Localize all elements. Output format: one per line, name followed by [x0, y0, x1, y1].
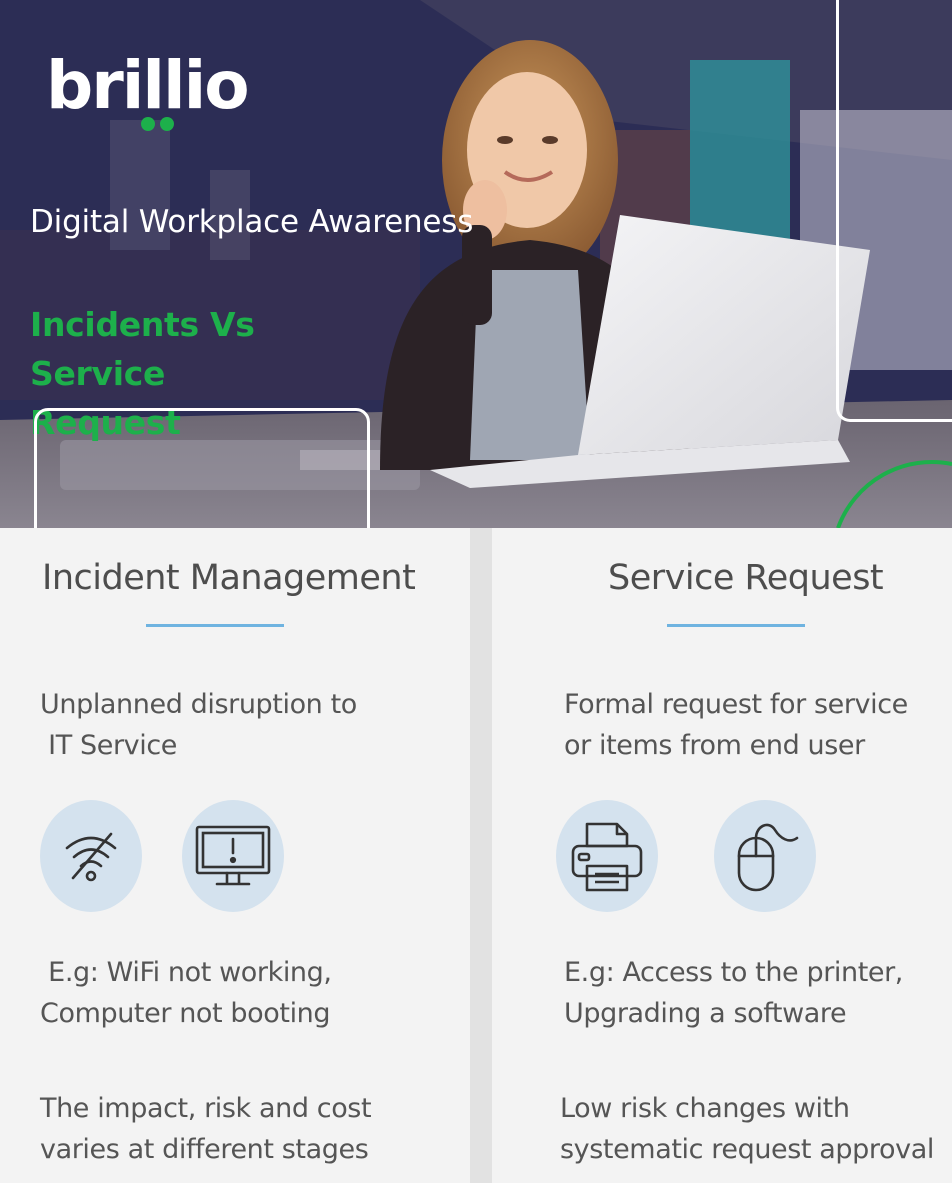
wifi-off-icon-circle [40, 800, 142, 912]
description-line: or items from end user [564, 730, 865, 761]
hero-subtitle-line: Incidents Vs Service [30, 305, 255, 393]
monitor-alert-icon [195, 825, 271, 886]
service-panel: Service Request Formal request for servi… [492, 528, 952, 1183]
description-line: Unplanned disruption to [40, 689, 357, 720]
example-line: E.g: Access to the printer, [564, 957, 903, 988]
title-underline [667, 624, 805, 627]
brillio-logo: brillio [46, 48, 250, 131]
example-line: Computer not booting [40, 998, 331, 1029]
service-example: E.g: Access to the printer, Upgrading a … [564, 952, 903, 1034]
printer-icon-circle [556, 800, 658, 912]
panel-divider [470, 528, 492, 1183]
logo-dot [141, 117, 155, 131]
description-line: Formal request for service [564, 689, 908, 720]
note-line: varies at different stages [40, 1134, 369, 1165]
wifi-off-icon [65, 832, 117, 882]
logo-dot [160, 117, 174, 131]
example-line: E.g: WiFi not working, [40, 957, 332, 988]
note-line: systematic request approval [560, 1134, 934, 1165]
note-line: The impact, risk and cost [40, 1093, 372, 1124]
incident-panel: Incident Management Unplanned disruption… [0, 528, 470, 1183]
printer-icon [571, 822, 643, 892]
incident-title: Incident Management [42, 558, 416, 598]
mouse-icon [737, 823, 799, 892]
incident-description: Unplanned disruption to IT Service [40, 684, 357, 766]
incident-example: E.g: WiFi not working, Computer not boot… [40, 952, 332, 1034]
decorative-arc [836, 460, 952, 528]
hero-banner: brillio Digital Workplace Awareness Inci… [0, 0, 952, 528]
incident-note: The impact, risk and cost varies at diff… [40, 1088, 372, 1170]
mouse-icon-circle [714, 800, 816, 912]
page: brillio Digital Workplace Awareness Inci… [0, 0, 952, 1183]
service-description: Formal request for service or items from… [564, 684, 908, 766]
logo-wordmark: brillio [46, 48, 248, 124]
service-note: Low risk changes with systematic request… [560, 1088, 934, 1170]
monitor-alert-icon-circle [182, 800, 284, 912]
decorative-frame [836, 0, 952, 422]
service-title: Service Request [608, 558, 884, 598]
example-line: Upgrading a software [564, 998, 847, 1029]
decorative-frame [34, 408, 370, 528]
description-line: IT Service [40, 730, 178, 761]
note-line: Low risk changes with [560, 1093, 850, 1124]
title-underline [146, 624, 284, 627]
hero-title: Digital Workplace Awareness [30, 204, 474, 240]
